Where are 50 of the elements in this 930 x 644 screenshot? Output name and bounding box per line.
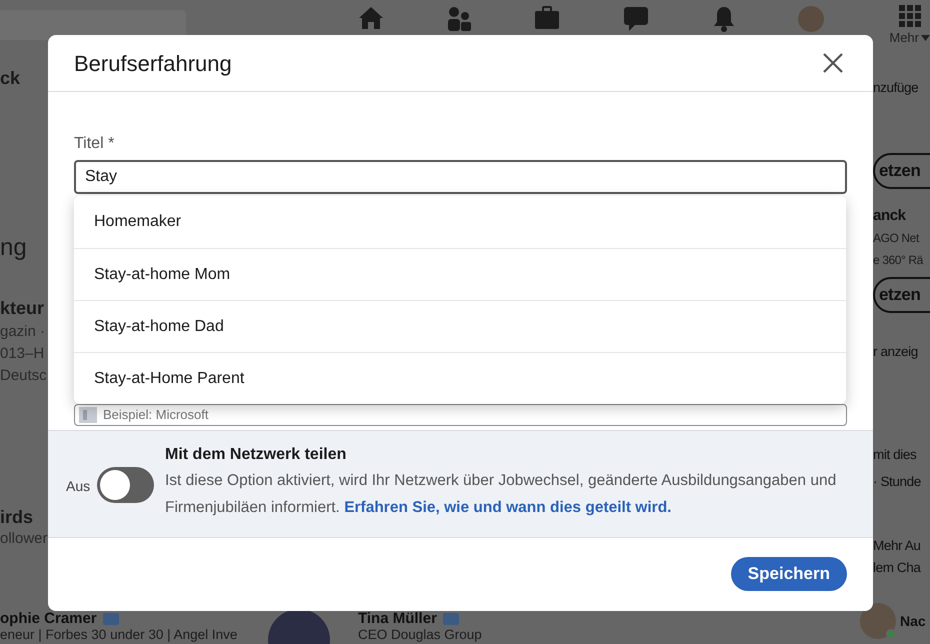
person-name[interactable]: Tina Müller xyxy=(358,611,437,627)
caret-icon xyxy=(921,34,930,41)
building-icon xyxy=(79,407,97,423)
people-icon[interactable] xyxy=(447,6,472,32)
background-text: anck xyxy=(873,206,907,226)
badge-icon xyxy=(442,613,459,625)
share-description: Ist diese Option aktiviert, wird Ihr Netzwerk über Jobwechsel, geänderte Ausbildungsangaben und Firmenjubiläen informiert. Erfahren Sie, wie und wann dies geteilt wird. xyxy=(165,471,838,518)
suggestion-item[interactable]: Homemaker xyxy=(74,196,846,248)
background-text: AGO Net xyxy=(873,230,920,247)
close-icon xyxy=(823,53,843,73)
background-text: · Stunde xyxy=(873,473,922,491)
person-headline: CEO Douglas Group xyxy=(358,627,483,643)
grid-icon[interactable] xyxy=(898,5,921,27)
background-text: mit dies xyxy=(873,446,918,464)
title-field[interactable]: Stay xyxy=(74,160,847,194)
placeholder-text: Beispiel: Microsoft xyxy=(103,407,208,423)
background-heading: ck xyxy=(0,67,22,89)
background-text: lem Cha xyxy=(873,559,922,577)
person-name[interactable]: ophie Cramer xyxy=(0,611,97,627)
background-text: nzufüge xyxy=(873,79,920,97)
badge-icon xyxy=(102,613,119,625)
learn-more-link[interactable]: Erfahren Sie, wie und wann dies geteilt wird. xyxy=(344,499,672,516)
toggle-label: Aus xyxy=(66,477,92,496)
save-button[interactable]: Speichern xyxy=(730,557,847,591)
background-subtext: ollower xyxy=(0,529,49,549)
background-heading: ng xyxy=(0,234,28,262)
field-label: Titel * xyxy=(74,135,116,153)
company-field[interactable]: Beispiel: Microsoft xyxy=(74,404,847,426)
share-toggle[interactable] xyxy=(97,467,154,503)
suggestion-item[interactable]: Stay-at-home Mom xyxy=(74,248,846,300)
contact-name[interactable]: Nac xyxy=(900,603,926,639)
background-subtext: gazin · xyxy=(0,322,46,342)
share-title: Mit dem Netzwerk teilen xyxy=(165,445,348,465)
background-text: e 360° Rä xyxy=(873,252,924,269)
suggestion-item[interactable]: Stay-at-Home Parent xyxy=(74,352,846,404)
background-subtext: Deutsc xyxy=(0,366,48,386)
briefcase-icon[interactable] xyxy=(534,6,560,30)
more-menu[interactable]: Mehr xyxy=(889,28,930,48)
suggestion-item[interactable]: Stay-at-home Dad xyxy=(74,300,846,352)
person-headline: eneur | Forbes 30 under 30 | Angel Inve xyxy=(0,627,238,643)
background-heading: kteur xyxy=(0,297,46,319)
home-icon[interactable] xyxy=(358,6,384,30)
background-subtext: 013–H xyxy=(0,344,46,364)
dialog-title: Berufserfahrung xyxy=(74,50,232,78)
chat-icon[interactable] xyxy=(623,6,650,32)
bell-icon[interactable] xyxy=(712,6,736,32)
toggle-knob xyxy=(100,470,130,500)
background-text: Mehr Au xyxy=(873,537,922,555)
background-text: r anzeig xyxy=(873,343,919,361)
background-heading: irds xyxy=(0,506,34,528)
